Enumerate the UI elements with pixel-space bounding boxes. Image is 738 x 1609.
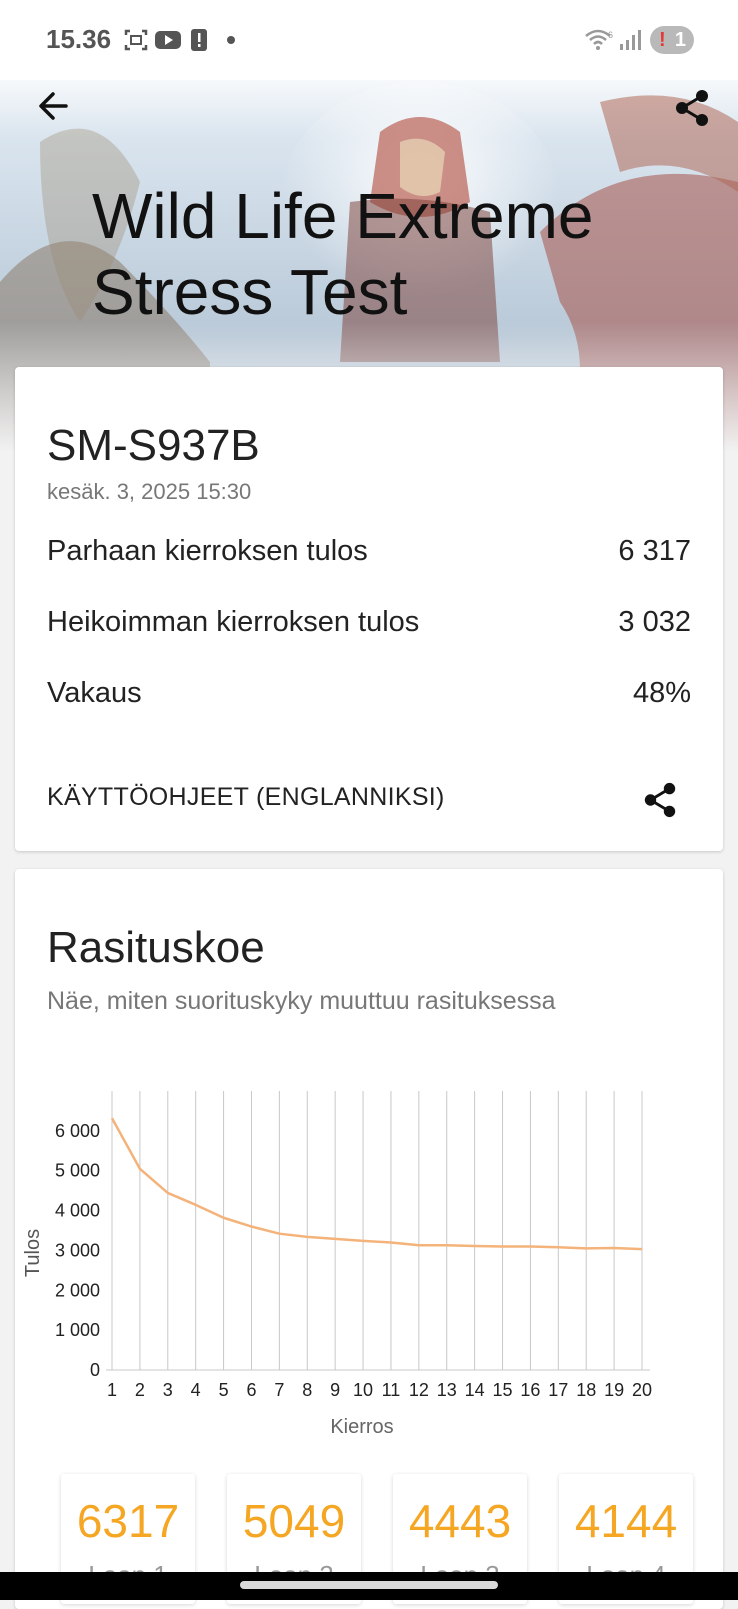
x-tick-label: 14 bbox=[465, 1380, 485, 1400]
section-title: Rasituskoe bbox=[47, 923, 265, 972]
x-tick-label: 4 bbox=[191, 1380, 201, 1400]
x-tick-label: 12 bbox=[409, 1380, 429, 1400]
dot-icon bbox=[227, 36, 235, 44]
run-date: kesäk. 3, 2025 15:30 bbox=[47, 479, 252, 504]
share-icon[interactable] bbox=[672, 88, 712, 128]
home-indicator[interactable] bbox=[240, 1581, 498, 1589]
loop-score: 5049 bbox=[242, 1495, 346, 1547]
x-axis-label: Kierros bbox=[330, 1416, 393, 1438]
loop-score: 4144 bbox=[574, 1495, 678, 1547]
share-icon[interactable] bbox=[641, 781, 679, 819]
x-tick-label: 2 bbox=[135, 1380, 145, 1400]
y-tick-label: 4 000 bbox=[55, 1201, 100, 1221]
x-tick-label: 18 bbox=[576, 1380, 596, 1400]
x-tick-label: 20 bbox=[632, 1380, 652, 1400]
metric-row-worst: Heikoimman kierroksen tulos 3 032 bbox=[47, 606, 691, 646]
status-bar: 15.36 6 ! 1 bbox=[0, 0, 738, 80]
series-line bbox=[110, 1117, 643, 1251]
x-tick-label: 1 bbox=[107, 1380, 117, 1400]
wifi-icon: 6 bbox=[585, 29, 613, 50]
x-tick-label: 11 bbox=[382, 1380, 401, 1400]
alert-icon bbox=[191, 29, 207, 51]
metric-row-best: Parhaan kierroksen tulos 6 317 bbox=[47, 535, 691, 575]
x-tick-label: 19 bbox=[604, 1380, 624, 1400]
metric-value: 3 032 bbox=[618, 606, 691, 638]
loop-score: 4443 bbox=[408, 1495, 512, 1547]
y-tick-label: 6 000 bbox=[55, 1121, 100, 1141]
x-tick-label: 13 bbox=[437, 1380, 457, 1400]
y-tick-label: 3 000 bbox=[55, 1240, 100, 1260]
section-subtitle: Näe, miten suorituskyky muuttuu rasituks… bbox=[47, 987, 556, 1015]
screenshot-icon bbox=[124, 29, 148, 51]
x-tick-label: 9 bbox=[330, 1380, 340, 1400]
metric-value: 48% bbox=[632, 677, 691, 709]
x-tick-label: 10 bbox=[353, 1380, 373, 1400]
youtube-icon bbox=[155, 31, 181, 49]
x-tick-label: 5 bbox=[219, 1380, 229, 1400]
x-tick-label: 7 bbox=[274, 1380, 284, 1400]
x-tick-label: 17 bbox=[548, 1380, 568, 1400]
metric-label: Heikoimman kierroksen tulos bbox=[47, 606, 420, 638]
x-tick-label: 16 bbox=[520, 1380, 540, 1400]
back-arrow-icon[interactable] bbox=[34, 86, 74, 126]
loop-score: 6317 bbox=[76, 1495, 180, 1547]
svg-text:6: 6 bbox=[608, 30, 613, 40]
x-tick-label: 15 bbox=[493, 1380, 513, 1400]
warning-icon: ! bbox=[659, 29, 666, 51]
y-axis-label: Tulos bbox=[22, 1229, 44, 1277]
x-tick-label: 3 bbox=[163, 1380, 173, 1400]
page-title: Wild Life Extreme Stress Test bbox=[92, 180, 594, 328]
device-name: SM-S937B bbox=[47, 421, 260, 470]
instructions-link[interactable]: KÄYTTÖOHJEET (ENGLANNIKSI) bbox=[47, 783, 445, 812]
metric-label: Parhaan kierroksen tulos bbox=[47, 535, 368, 567]
metric-value: 6 317 bbox=[618, 535, 691, 567]
y-tick-label: 2 000 bbox=[55, 1280, 100, 1300]
y-tick-label: 0 bbox=[90, 1360, 100, 1380]
x-tick-label: 6 bbox=[246, 1380, 256, 1400]
notification-badge: ! 1 bbox=[650, 26, 694, 54]
y-tick-label: 1 000 bbox=[55, 1320, 100, 1340]
status-time: 15.36 bbox=[46, 24, 112, 54]
notification-count: 1 bbox=[674, 29, 686, 51]
metric-row-stability: Vakaus 48% bbox=[47, 677, 691, 717]
x-tick-label: 8 bbox=[302, 1380, 312, 1400]
system-nav-bar bbox=[0, 1572, 738, 1600]
signal-icon bbox=[620, 30, 641, 50]
stress-test-card: Rasituskoe Näe, miten suorituskyky muutt… bbox=[15, 869, 723, 1609]
y-tick-label: 5 000 bbox=[55, 1161, 100, 1181]
metric-label: Vakaus bbox=[47, 677, 142, 709]
result-card: SM-S937B kesäk. 3, 2025 15:30 Parhaan ki… bbox=[15, 367, 723, 851]
stress-line-chart: 01 0002 0003 0004 0005 0006 000 12345678… bbox=[22, 1091, 652, 1438]
